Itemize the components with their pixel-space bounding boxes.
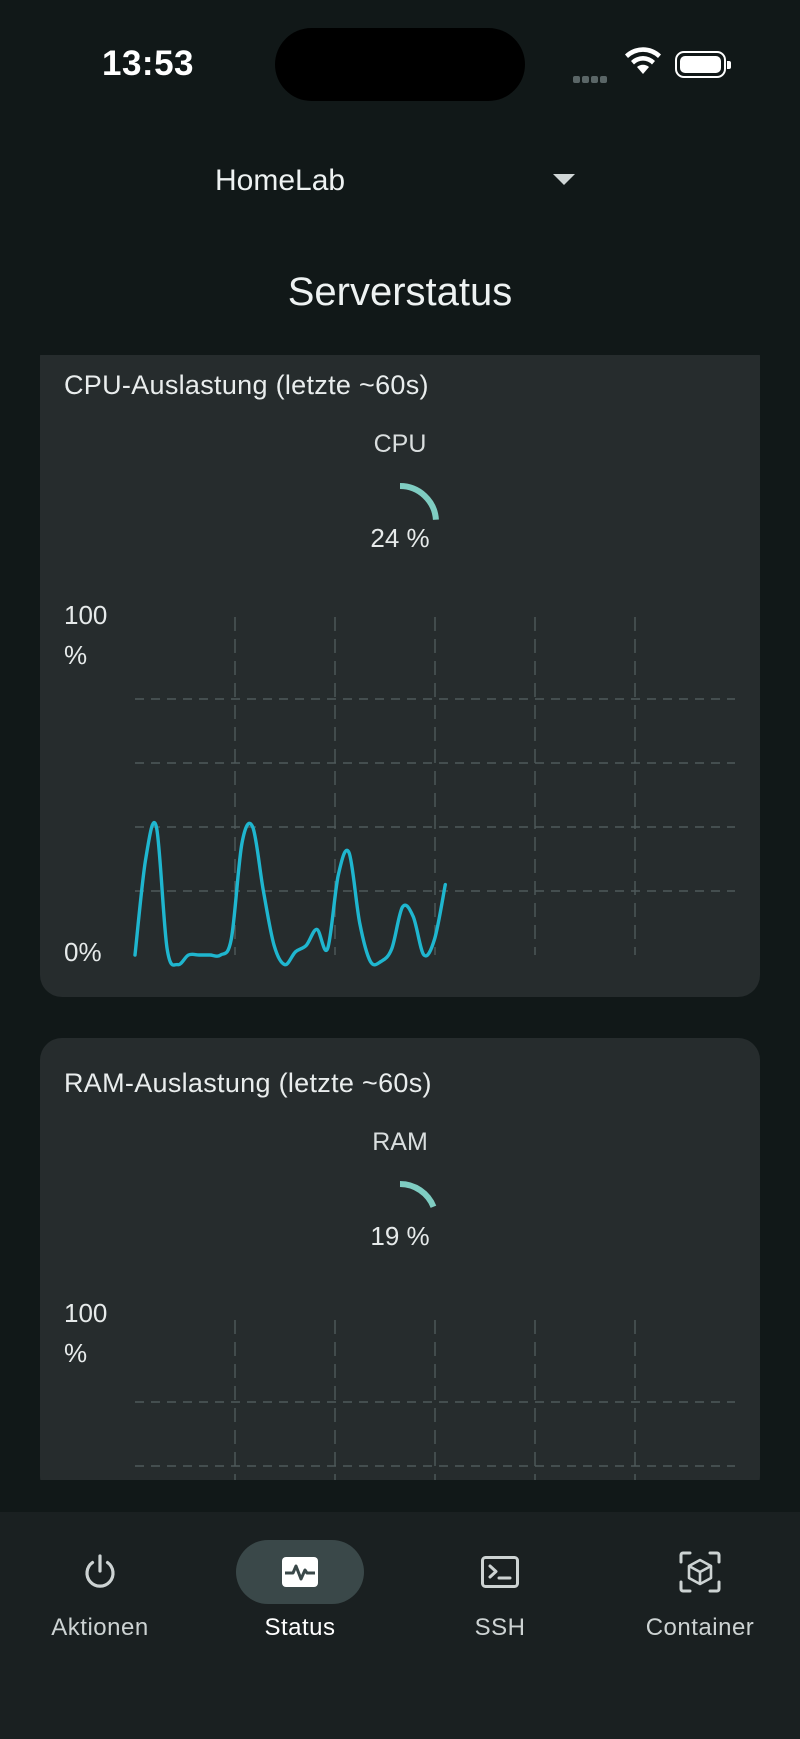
cpu-series-line (133, 821, 447, 967)
nav-label-container: Container (645, 1614, 755, 1641)
ram-card: RAM-Auslastung (letzte ~60s) RAM 19 % 10… (40, 1038, 760, 1480)
cpu-chart (133, 617, 735, 967)
dropdown-arrow-icon (553, 174, 575, 185)
nav-item-aktionen[interactable]: Aktionen (0, 1512, 200, 1672)
cellular-signal-icon (573, 70, 609, 88)
activity-icon (282, 1557, 318, 1587)
ram-chart (135, 1320, 735, 1480)
nav-label-ssh: SSH (474, 1614, 526, 1641)
nav-item-container[interactable]: Container (600, 1512, 800, 1672)
nav-item-ssh[interactable]: SSH (400, 1512, 600, 1672)
wifi-icon (625, 47, 661, 74)
server-name: HomeLab (215, 164, 346, 197)
container-icon (679, 1551, 721, 1593)
page-title: Serverstatus (287, 270, 513, 314)
nav-label-aktionen: Aktionen (51, 1614, 149, 1641)
status-scroll-area[interactable]: CPU-Auslastung (letzte ~60s) CPU 24 % 10… (0, 355, 800, 1480)
cpu-card: CPU-Auslastung (letzte ~60s) CPU 24 % 10… (40, 355, 760, 997)
battery-icon (675, 51, 731, 78)
nav-item-status[interactable]: Status (200, 1512, 400, 1672)
status-bar: 13:53 (0, 0, 800, 130)
server-dropdown[interactable]: HomeLab (215, 150, 585, 210)
nav-label-status: Status (264, 1614, 336, 1641)
status-time: 13:53 (102, 44, 195, 83)
bottom-navigation: Aktionen Status SSH Container (0, 1512, 800, 1739)
terminal-icon (481, 1556, 519, 1588)
power-icon (85, 1554, 115, 1588)
dynamic-island (275, 28, 525, 101)
